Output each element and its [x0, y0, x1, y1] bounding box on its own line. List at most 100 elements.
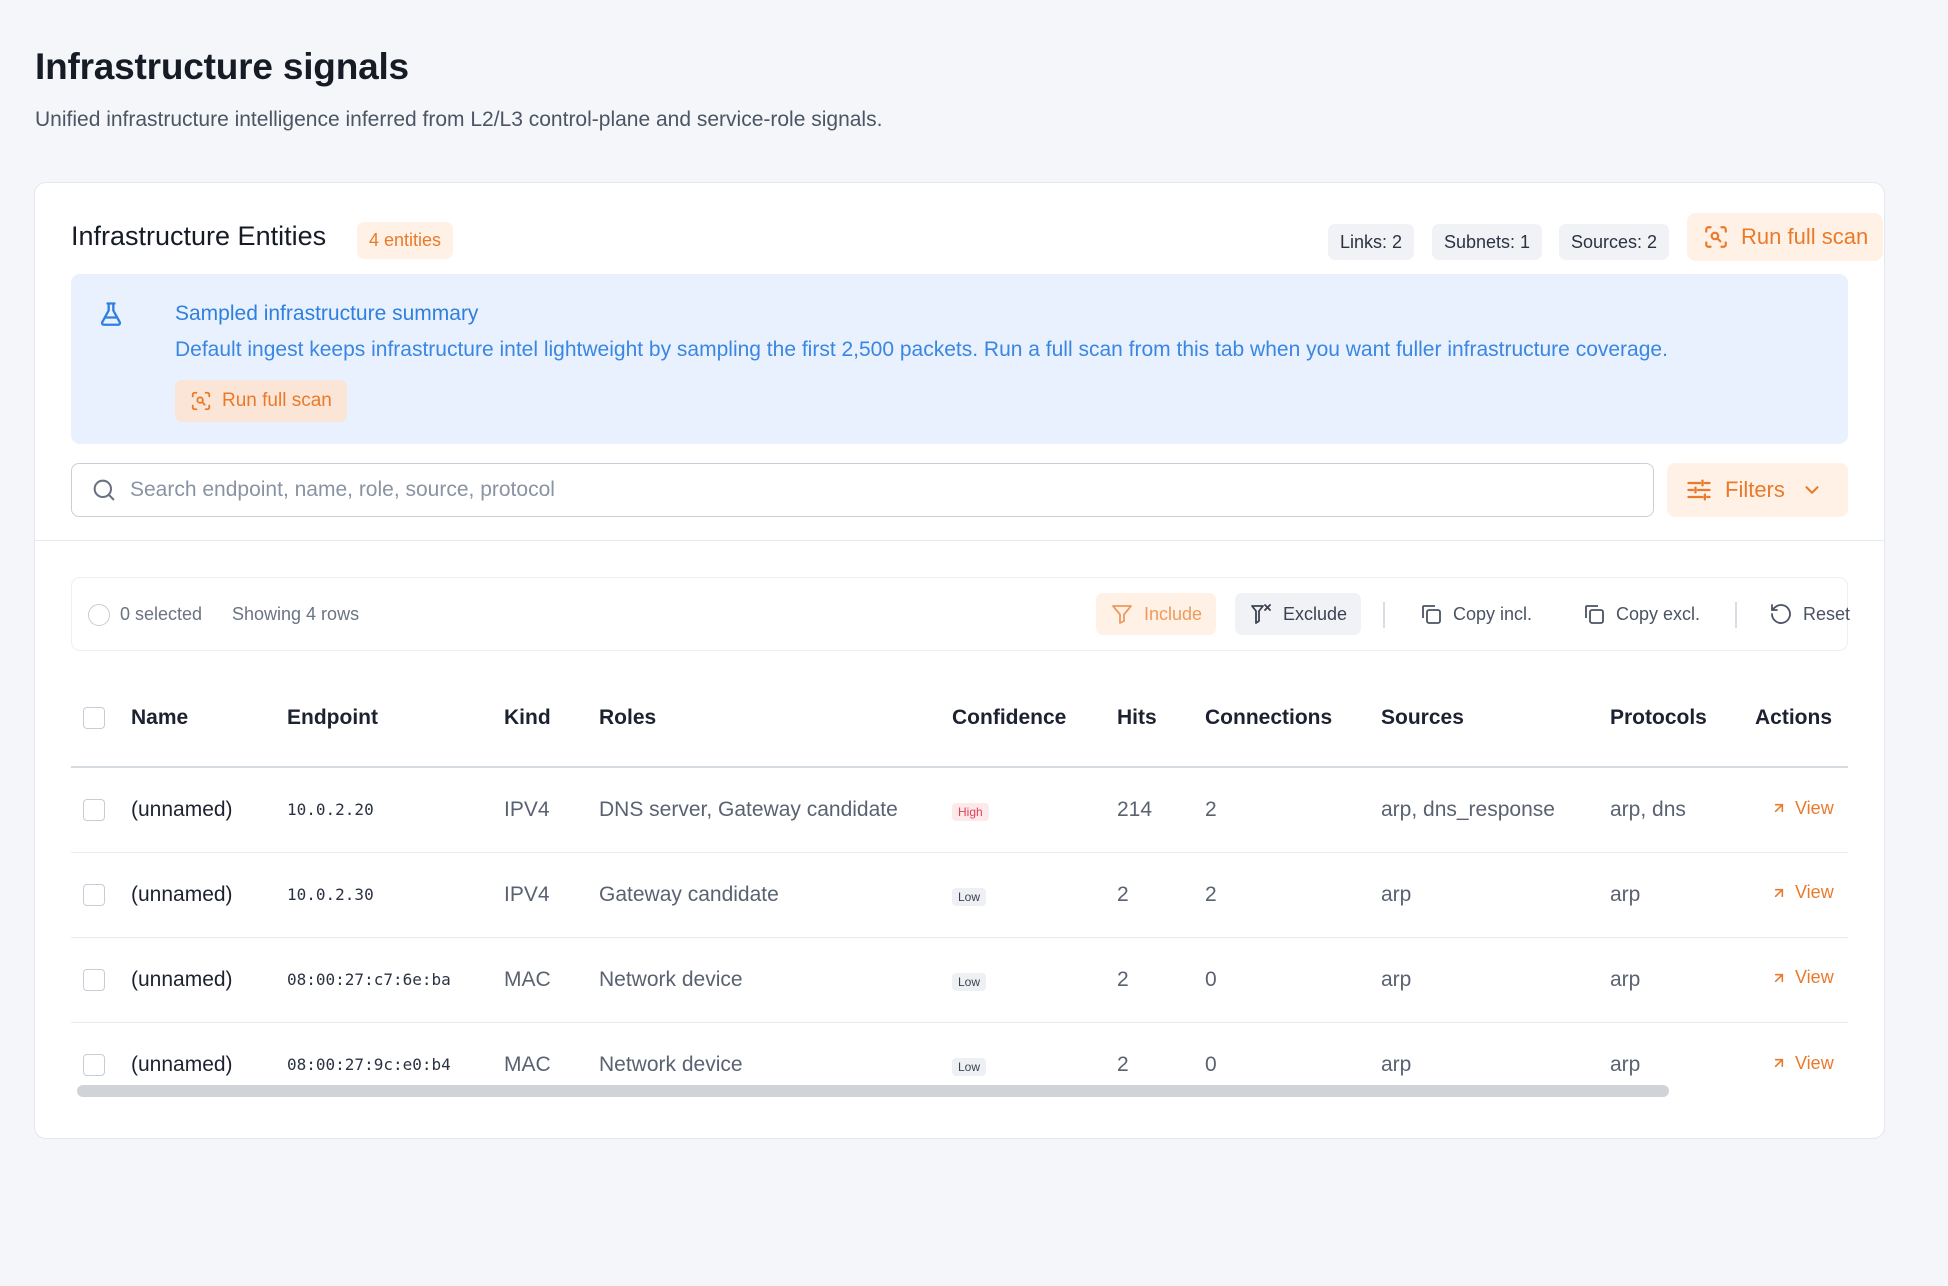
- card-header: Infrastructure Entities 4 entities Links…: [71, 213, 1883, 263]
- actions-cell: View: [1755, 852, 1848, 938]
- arrow-up-right-icon: [1771, 1055, 1787, 1071]
- view-label: View: [1795, 797, 1834, 818]
- sources-cell: arp: [1381, 852, 1610, 938]
- entities-table-wrap: Name Endpoint Kind Roles Confidence Hits…: [71, 670, 1848, 1107]
- protocols-cell: arp: [1610, 852, 1755, 938]
- rotate-ccw-icon: [1769, 602, 1793, 626]
- kind-cell: MAC: [504, 937, 599, 1023]
- chevron-down-icon: [1801, 479, 1823, 501]
- connections-cell: 2: [1205, 767, 1381, 853]
- name-cell: (unnamed): [131, 767, 287, 853]
- arrow-up-right-icon: [1771, 970, 1787, 986]
- include-label: Include: [1144, 603, 1203, 624]
- endpoint-cell: 10.0.2.30: [287, 852, 504, 938]
- confidence-cell: High: [952, 767, 1117, 853]
- copy-incl-label: Copy incl.: [1453, 603, 1533, 624]
- toolbar-separator: [1735, 602, 1737, 628]
- sources-cell: arp: [1381, 937, 1610, 1023]
- endpoint-cell: 08:00:27:c7:6e:ba: [287, 937, 504, 1023]
- horizontal-scrollbar[interactable]: [77, 1085, 1669, 1097]
- exclude-label: Exclude: [1283, 603, 1348, 624]
- hits-cell: 214: [1117, 767, 1205, 853]
- view-link[interactable]: View: [1771, 1053, 1834, 1074]
- copy-excl-button[interactable]: Copy excl.: [1568, 593, 1714, 635]
- sources-cell: arp, dns_response: [1381, 767, 1610, 853]
- view-label: View: [1795, 882, 1834, 903]
- confidence-cell: Low: [952, 937, 1117, 1023]
- row-checkbox[interactable]: [83, 1054, 105, 1077]
- stat-subnets: Subnets: 1: [1432, 224, 1543, 260]
- confidence-badge: Low: [952, 972, 987, 991]
- header-confidence[interactable]: Confidence: [952, 670, 1117, 768]
- row-select-cell: [71, 937, 131, 1023]
- header-hits[interactable]: Hits: [1117, 670, 1205, 768]
- run-full-scan-button[interactable]: Run full scan: [1687, 213, 1883, 261]
- row-select-cell: [71, 852, 131, 938]
- view-link[interactable]: View: [1771, 882, 1834, 903]
- header-name[interactable]: Name: [131, 670, 287, 768]
- table-row[interactable]: (unnamed) 10.0.2.20 IPV4 DNS server, Gat…: [71, 767, 1848, 853]
- page-subtitle: Unified infrastructure intelligence infe…: [35, 108, 883, 131]
- table-row[interactable]: (unnamed) 08:00:27:c7:6e:ba MAC Network …: [71, 937, 1848, 1023]
- actions-cell: View: [1755, 937, 1848, 1023]
- scan-search-icon: [190, 390, 212, 412]
- sliders-icon: [1685, 476, 1713, 504]
- header-endpoint[interactable]: Endpoint: [287, 670, 504, 768]
- filters-button[interactable]: Filters: [1667, 463, 1848, 517]
- copy-icon: [1582, 602, 1606, 626]
- header-sources[interactable]: Sources: [1381, 670, 1610, 768]
- summary-run-full-scan-label: Run full scan: [222, 390, 332, 411]
- selection-toolbar: 0 selected Showing 4 rows Include Exclud…: [71, 577, 1850, 651]
- roles-cell: Gateway candidate: [599, 852, 952, 938]
- header-select: [71, 670, 131, 768]
- confidence-cell: Low: [952, 852, 1117, 938]
- summary-text: Default ingest keeps infrastructure inte…: [175, 338, 1668, 361]
- view-link[interactable]: View: [1771, 798, 1834, 819]
- copy-incl-button[interactable]: Copy incl.: [1405, 593, 1546, 635]
- row-checkbox[interactable]: [83, 883, 105, 906]
- hits-cell: 2: [1117, 937, 1205, 1023]
- search-icon: [90, 476, 118, 504]
- protocols-cell: arp: [1610, 937, 1755, 1023]
- connections-cell: 0: [1205, 937, 1381, 1023]
- actions-cell: View: [1755, 767, 1848, 853]
- run-full-scan-label: Run full scan: [1741, 224, 1869, 249]
- search-input[interactable]: [130, 478, 1610, 502]
- table-header-row: Name Endpoint Kind Roles Confidence Hits…: [71, 670, 1848, 768]
- stat-sources: Sources: 2: [1559, 224, 1670, 260]
- sampled-summary-banner: Sampled infrastructure summary Default i…: [71, 274, 1848, 444]
- scan-search-icon: [1703, 224, 1729, 250]
- include-button[interactable]: Include: [1096, 593, 1217, 635]
- view-label: View: [1795, 1052, 1834, 1073]
- view-label: View: [1795, 967, 1834, 988]
- arrow-up-right-icon: [1771, 885, 1787, 901]
- select-all-circle[interactable]: [88, 604, 110, 626]
- table-row[interactable]: (unnamed) 10.0.2.30 IPV4 Gateway candida…: [71, 852, 1848, 938]
- select-all-checkbox[interactable]: [83, 707, 105, 730]
- reset-label: Reset: [1803, 603, 1851, 624]
- rows-count: Showing 4 rows: [232, 604, 360, 624]
- copy-icon: [1419, 602, 1443, 626]
- endpoint-cell: 10.0.2.20: [287, 767, 504, 853]
- confidence-badge: High: [952, 802, 989, 821]
- row-checkbox[interactable]: [83, 968, 105, 991]
- entities-table: Name Endpoint Kind Roles Confidence Hits…: [71, 670, 1848, 1107]
- name-cell: (unnamed): [131, 937, 287, 1023]
- actions-cell: View: [1755, 1022, 1848, 1107]
- filter-icon: [1110, 602, 1134, 626]
- header-protocols[interactable]: Protocols: [1610, 670, 1755, 768]
- reset-button[interactable]: Reset: [1755, 593, 1864, 635]
- selected-count: 0 selected: [120, 604, 203, 624]
- header-connections[interactable]: Connections: [1205, 670, 1381, 768]
- search-box: [71, 463, 1654, 517]
- header-roles[interactable]: Roles: [599, 670, 952, 768]
- name-cell: (unnamed): [131, 852, 287, 938]
- header-kind[interactable]: Kind: [504, 670, 599, 768]
- connections-cell: 2: [1205, 852, 1381, 938]
- row-select-cell: [71, 767, 131, 853]
- view-link[interactable]: View: [1771, 967, 1834, 988]
- row-checkbox[interactable]: [83, 799, 105, 822]
- exclude-button[interactable]: Exclude: [1235, 593, 1362, 635]
- summary-run-full-scan-button[interactable]: Run full scan: [175, 380, 347, 422]
- stat-links: Links: 2: [1328, 224, 1415, 260]
